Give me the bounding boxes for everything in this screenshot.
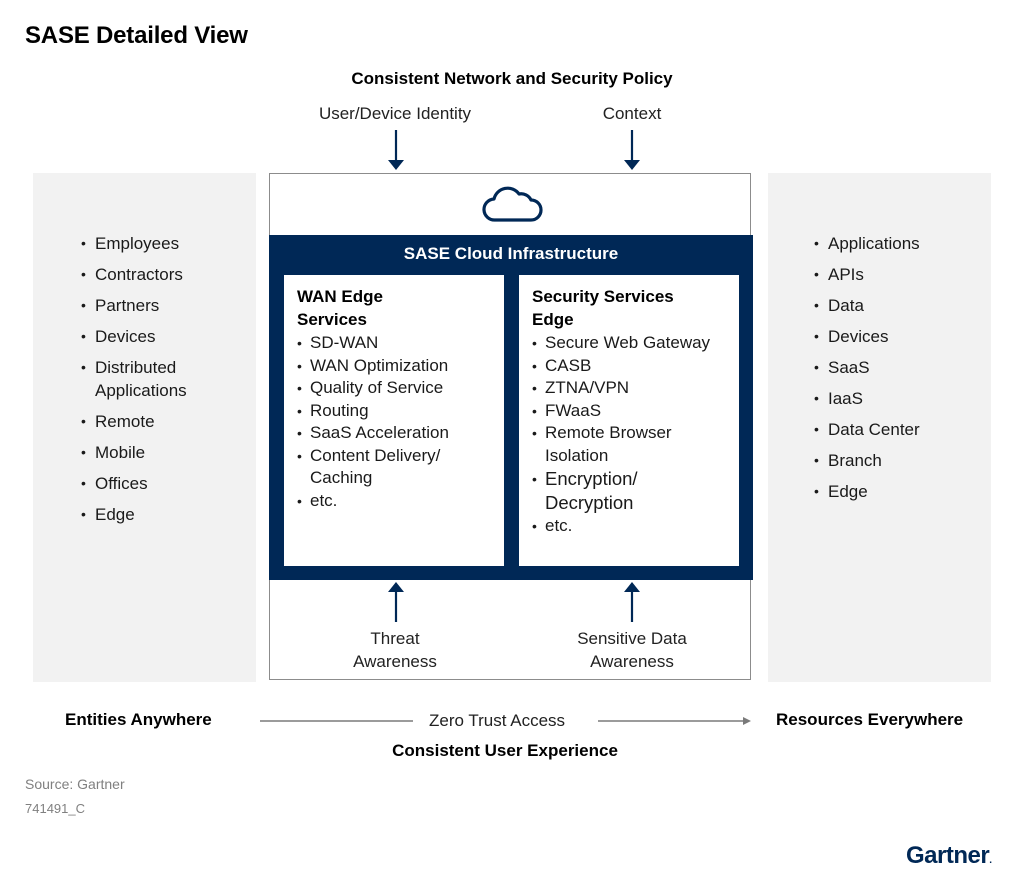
entities-list: Employees Contractors Partners Devices D…: [81, 232, 251, 534]
list-item: Offices: [81, 472, 251, 495]
list-item: Devices: [814, 325, 984, 348]
diagram-title: SASE Detailed View: [25, 22, 248, 49]
sse-list: Secure Web Gateway CASB ZTNA/VPN FWaaS R…: [532, 332, 727, 538]
flow-arrowhead-icon: [743, 717, 751, 725]
wan-edge-list: SD-WAN WAN Optimization Quality of Servi…: [297, 332, 492, 512]
wan-edge-heading: WAN Edge Services: [297, 287, 383, 329]
list-item: Branch: [814, 449, 984, 472]
cloud-icon: [482, 186, 543, 222]
sse-heading: Security Services Edge: [532, 287, 674, 329]
consistent-user-experience-label: Consistent User Experience: [392, 741, 618, 760]
list-item: IaaS: [814, 387, 984, 410]
list-item: Distributed Applications: [81, 356, 205, 402]
up-arrow-sensitive-data: [624, 582, 640, 622]
list-item: Data Center: [814, 418, 984, 441]
list-item: Quality of Service: [297, 377, 492, 400]
logo-dot-icon: .: [989, 855, 992, 866]
list-item: Remote: [81, 410, 251, 433]
up-arrow-threat: [388, 582, 404, 622]
list-item: SD-WAN: [297, 332, 492, 355]
list-item: Edge: [81, 503, 251, 526]
list-item: FWaaS: [532, 400, 727, 423]
gartner-logo-text: Gartner: [906, 842, 990, 869]
list-item: SaaS Acceleration: [297, 422, 492, 445]
list-item: SaaS: [814, 356, 984, 379]
entities-panel: Employees Contractors Partners Devices D…: [33, 173, 256, 682]
resources-panel: Applications APIs Data Devices SaaS IaaS…: [768, 173, 991, 682]
security-services-edge-box: Security Services Edge Secure Web Gatewa…: [519, 275, 739, 566]
sensitive-data-awareness-text: Sensitive Data Awareness: [577, 629, 687, 671]
user-device-identity-label: User/Device Identity: [318, 104, 472, 123]
source-note: Source: Gartner: [25, 776, 125, 792]
resources-list: Applications APIs Data Devices SaaS IaaS…: [814, 232, 984, 511]
entities-anywhere-label: Entities Anywhere: [65, 710, 212, 729]
list-item: Mobile: [81, 441, 251, 464]
list-item: Applications: [814, 232, 984, 255]
sensitive-data-awareness-label: Sensitive Data Awareness: [532, 627, 732, 673]
list-item: Contractors: [81, 263, 251, 286]
down-arrow-context: [624, 130, 640, 170]
down-arrow-identity: [388, 130, 404, 170]
infrastructure-title: SASE Cloud Infrastructure: [403, 244, 619, 263]
list-item: ZTNA/VPN: [532, 377, 727, 400]
list-item: APIs: [814, 263, 984, 286]
list-item: Partners: [81, 294, 251, 317]
list-item: Encryption/ Decryption: [532, 467, 675, 515]
gartner-logo: Gartner.: [906, 842, 992, 870]
list-item: Employees: [81, 232, 251, 255]
wan-edge-services-box: WAN Edge Services SD-WAN WAN Optimizatio…: [284, 275, 504, 566]
list-item: Data: [814, 294, 984, 317]
list-item: Routing: [297, 400, 492, 423]
list-item: etc.: [532, 515, 727, 538]
list-item: Remote Browser Isolation: [532, 422, 705, 467]
list-item: WAN Optimization: [297, 355, 492, 378]
context-label: Context: [602, 104, 662, 123]
list-item: Devices: [81, 325, 251, 348]
zero-trust-access-label: Zero Trust Access: [429, 711, 566, 730]
list-item: CASB: [532, 355, 727, 378]
resources-everywhere-label: Resources Everywhere: [776, 710, 964, 729]
list-item: Edge: [814, 480, 984, 503]
list-item: Content Delivery/ Caching: [297, 445, 475, 490]
policy-header: Consistent Network and Security Policy: [351, 69, 673, 88]
threat-awareness-text: Threat Awareness: [353, 629, 437, 671]
figure-id: 741491_C: [25, 801, 85, 816]
threat-awareness-label: Threat Awareness: [295, 627, 495, 673]
list-item: Secure Web Gateway: [532, 332, 727, 355]
list-item: etc.: [297, 490, 492, 513]
